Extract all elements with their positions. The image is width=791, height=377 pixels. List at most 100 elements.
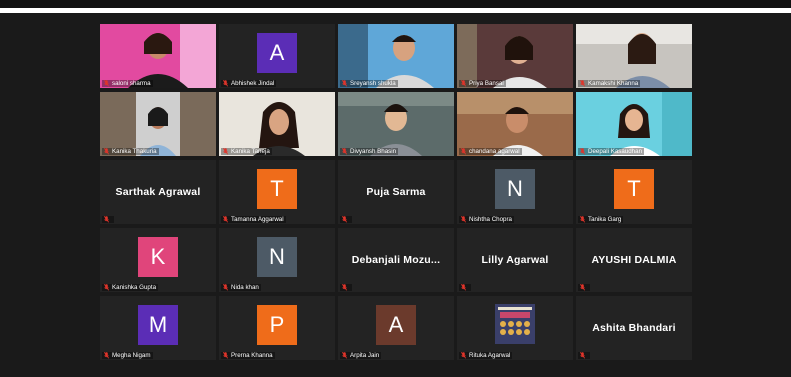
participant-tile[interactable]: Sreyansh shukla: [338, 24, 454, 88]
participant-tile[interactable]: Ashita Bhandari: [576, 296, 692, 360]
participant-tile[interactable]: N Nishtha Chopra: [457, 160, 573, 224]
participant-display-name: Debanjali Mozu...: [351, 254, 441, 266]
participant-name: Rituka Agarwal: [469, 352, 511, 359]
participant-label: [578, 352, 590, 359]
mic-muted-icon: [461, 216, 466, 223]
top-bar: [0, 0, 791, 8]
participant-name: Arpita Jain: [350, 352, 380, 359]
participant-label: chandana agarwal: [459, 148, 522, 155]
participant-grid: saloni sharma A Abhishek Jindal Sreyansh sh…: [100, 24, 692, 360]
mic-muted-icon: [104, 216, 109, 223]
participant-tile[interactable]: K Kanishka Gupta: [100, 228, 216, 292]
participant-name: Deepali Kasaudhan: [588, 148, 643, 155]
participant-label: Kamakshi Khanna: [578, 80, 641, 87]
mic-muted-icon: [461, 148, 466, 155]
participant-tile[interactable]: Debanjali Mozu...: [338, 228, 454, 292]
participant-name: Kanishka Gupta: [112, 284, 157, 291]
participant-display-name: AYUSHI DALMIA: [591, 254, 677, 266]
participant-label: Nishtha Chopra: [459, 216, 514, 223]
participant-label: [459, 284, 471, 291]
participant-name: Kanika Taneja: [231, 148, 270, 155]
participant-video: [338, 92, 454, 156]
mic-muted-icon: [223, 216, 228, 223]
participant-tile[interactable]: Sarthak Agrawal: [100, 160, 216, 224]
participant-name: Tanika Garg: [588, 216, 622, 223]
participant-tile[interactable]: chandana agarwal: [457, 92, 573, 156]
gallery-view: saloni sharma A Abhishek Jindal Sreyansh sh…: [0, 13, 791, 377]
participant-label: Divyansh Bhasin: [340, 148, 399, 155]
mic-muted-icon: [104, 148, 109, 155]
participant-video: [457, 92, 573, 156]
participant-tile[interactable]: T Tanika Garg: [576, 160, 692, 224]
mic-muted-icon: [342, 216, 347, 223]
participant-name: Abhishek Jindal: [231, 80, 275, 87]
participant-tile[interactable]: Rituka Agarwal: [457, 296, 573, 360]
mic-muted-icon: [342, 284, 347, 291]
participant-label: Megha Nigam: [102, 352, 153, 359]
participant-label: Arpita Jain: [340, 352, 382, 359]
participant-tile[interactable]: AYUSHI DALMIA: [576, 228, 692, 292]
participant-label: Tamanna Aggarwal: [221, 216, 286, 223]
participant-avatar: M: [138, 305, 178, 345]
participant-avatar: A: [376, 305, 416, 345]
participant-tile[interactable]: P Prerna Khanna: [219, 296, 335, 360]
participant-label: Rituka Agarwal: [459, 352, 513, 359]
participant-label: [340, 284, 352, 291]
participant-name: Prerna Khanna: [231, 352, 273, 359]
mic-muted-icon: [223, 80, 228, 87]
participant-label: Abhishek Jindal: [221, 80, 277, 87]
participant-avatar: A: [257, 33, 297, 73]
participant-tile[interactable]: A Abhishek Jindal: [219, 24, 335, 88]
participant-tile[interactable]: Deepali Kasaudhan: [576, 92, 692, 156]
participant-label: saloni sharma: [102, 80, 153, 87]
participant-label: Prerna Khanna: [221, 352, 275, 359]
participant-label: Kanishka Gupta: [102, 284, 159, 291]
participant-video: [457, 24, 573, 88]
participant-tile[interactable]: saloni sharma: [100, 24, 216, 88]
mic-muted-icon: [104, 284, 109, 291]
participant-avatar: T: [257, 169, 297, 209]
participant-label: [340, 216, 352, 223]
participant-avatar: T: [614, 169, 654, 209]
mic-muted-icon: [461, 284, 466, 291]
mic-muted-icon: [223, 148, 228, 155]
participant-tile[interactable]: Kanika Taneja: [219, 92, 335, 156]
mic-muted-icon: [580, 80, 585, 87]
participant-tile[interactable]: Divyansh Bhasin: [338, 92, 454, 156]
participant-tile[interactable]: Lilly Agarwal: [457, 228, 573, 292]
participant-tile[interactable]: A Arpita Jain: [338, 296, 454, 360]
participant-name: Nida khan: [231, 284, 259, 291]
participant-name: Kanika Thakuria: [112, 148, 157, 155]
participant-label: Deepali Kasaudhan: [578, 148, 645, 155]
participant-tile[interactable]: Priya Bansal: [457, 24, 573, 88]
participant-label: Sreyansh shukla: [340, 80, 398, 87]
mic-muted-icon: [580, 352, 585, 359]
participant-tile[interactable]: Kamakshi Khanna: [576, 24, 692, 88]
participant-video: [100, 92, 216, 156]
participant-label: [102, 216, 114, 223]
participant-name: Kamakshi Khanna: [588, 80, 639, 87]
mic-muted-icon: [461, 352, 466, 359]
participant-video: [100, 24, 216, 88]
participant-profile-image: [495, 304, 535, 344]
participant-name: Nishtha Chopra: [469, 216, 512, 223]
participant-name: Priya Bansal: [469, 80, 504, 87]
participant-tile[interactable]: Puja Sarma: [338, 160, 454, 224]
participant-tile[interactable]: Kanika Thakuria: [100, 92, 216, 156]
mic-muted-icon: [580, 284, 585, 291]
participant-avatar: P: [257, 305, 297, 345]
mic-muted-icon: [342, 80, 347, 87]
mic-muted-icon: [461, 80, 466, 87]
participant-video: [219, 92, 335, 156]
participant-label: Kanika Thakuria: [102, 148, 159, 155]
participant-name: Tamanna Aggarwal: [231, 216, 284, 223]
participant-display-name: Lilly Agarwal: [481, 254, 549, 266]
participant-label: [578, 284, 590, 291]
participant-tile[interactable]: N Nida khan: [219, 228, 335, 292]
participant-label: Nida khan: [221, 284, 261, 291]
participant-tile[interactable]: T Tamanna Aggarwal: [219, 160, 335, 224]
mic-muted-icon: [223, 352, 228, 359]
participant-name: chandana agarwal: [469, 148, 520, 155]
participant-tile[interactable]: M Megha Nigam: [100, 296, 216, 360]
participant-name: saloni sharma: [112, 80, 151, 87]
